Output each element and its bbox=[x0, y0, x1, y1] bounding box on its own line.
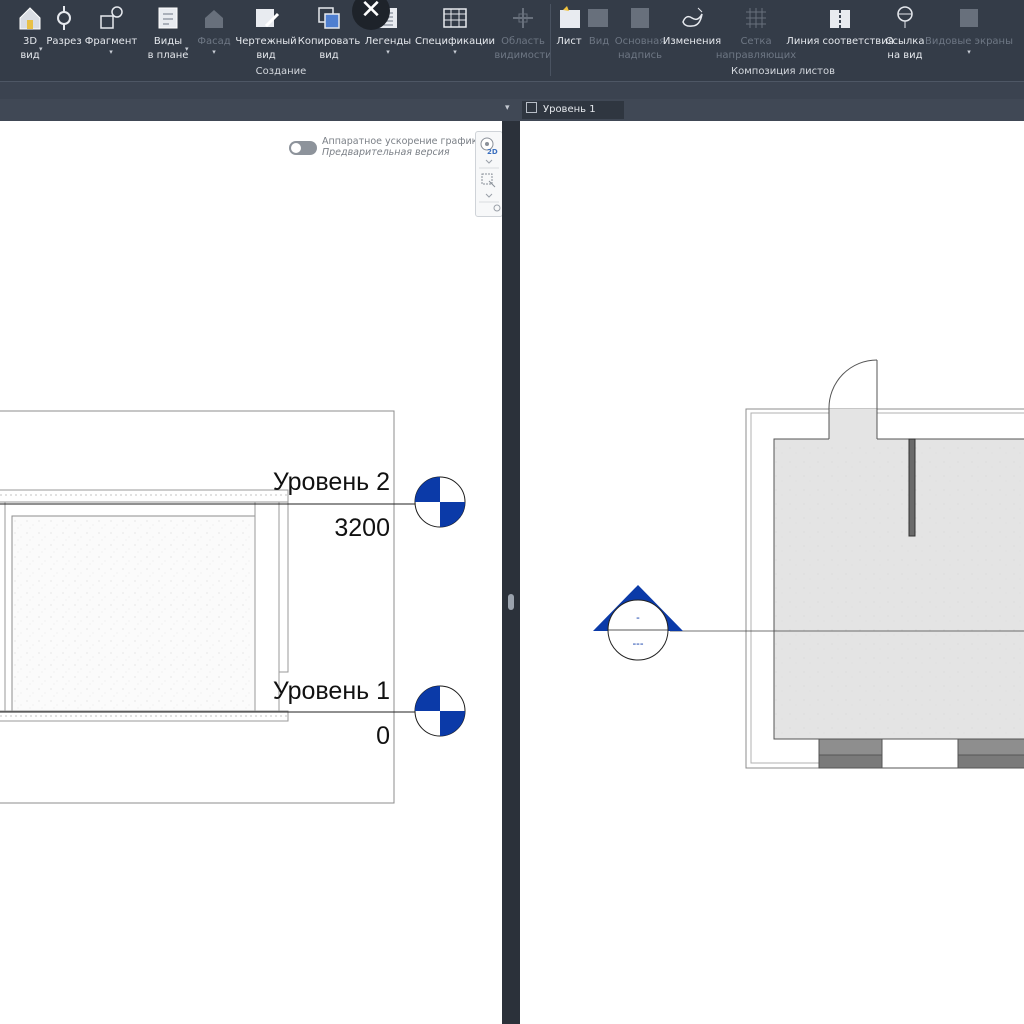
viewports-button[interactable]: Видовые экраны ▾ bbox=[925, 0, 1013, 66]
duplicate-view-icon bbox=[315, 4, 343, 32]
plan-views-icon bbox=[154, 4, 182, 32]
title-block-button[interactable]: Основная надпись bbox=[615, 0, 665, 66]
level-head-icon bbox=[415, 686, 440, 711]
guide-grid-icon bbox=[742, 4, 770, 32]
interior-wall bbox=[908, 438, 916, 537]
duplicate-view-button[interactable]: Копировать вид bbox=[298, 0, 360, 66]
floor-plan-icon bbox=[526, 102, 537, 113]
plan-drawing: - --- bbox=[593, 359, 1024, 769]
create-panel-title: Создание bbox=[255, 66, 307, 77]
level-2-name: Уровень 2 bbox=[273, 468, 390, 496]
revisions-icon bbox=[678, 4, 706, 32]
section-view[interactable]: Аппаратное ускорение графики Предварител… bbox=[0, 121, 502, 1024]
schedules-button[interactable]: Спецификации ▾ bbox=[415, 0, 495, 66]
guide-grid-button[interactable]: Сетка направляющих bbox=[716, 0, 796, 66]
view-reference-button[interactable]: Ссылка на вид bbox=[886, 0, 924, 66]
drafting-view-button[interactable]: Чертежный вид bbox=[235, 0, 297, 66]
chevron-down-icon: ▾ bbox=[109, 48, 113, 56]
level-1-name: Уровень 1 bbox=[273, 677, 390, 705]
elevation-button[interactable]: Фасад ▾ bbox=[197, 0, 231, 66]
splitter-grip-icon[interactable] bbox=[508, 594, 514, 610]
place-view-button[interactable]: Вид bbox=[586, 0, 612, 66]
view-reference-icon bbox=[891, 4, 919, 32]
level-2-elevation: 3200 bbox=[334, 514, 390, 542]
matchline-icon bbox=[826, 4, 854, 32]
section-icon bbox=[50, 4, 78, 32]
chevron-down-icon: ▾ bbox=[453, 48, 457, 56]
windows bbox=[818, 738, 1024, 769]
section-drawing: Уровень 2 3200 Уровень 1 0 bbox=[0, 410, 466, 804]
view-splitter[interactable] bbox=[502, 121, 520, 1024]
scope-box-button[interactable]: Область видимости bbox=[494, 0, 552, 66]
level-head-icon bbox=[415, 477, 440, 502]
tab-list-icon[interactable]: ▾ bbox=[505, 103, 510, 113]
tab-level-1[interactable]: Уровень 1 bbox=[522, 101, 624, 119]
ribbon: 3D вид ▾ Разрез Фрагмент ▾ Виды в плане … bbox=[0, 0, 1024, 81]
place-view-icon bbox=[585, 4, 613, 32]
viewports-icon bbox=[955, 4, 983, 32]
door[interactable] bbox=[828, 359, 878, 410]
close-icon: ✕ bbox=[360, 0, 382, 25]
section-sheet-number: --- bbox=[633, 638, 644, 650]
walls bbox=[745, 408, 1024, 769]
panel-separator bbox=[550, 4, 551, 76]
3d-house-icon bbox=[16, 4, 44, 32]
callout-button[interactable]: Фрагмент ▾ bbox=[85, 0, 137, 66]
chevron-down-icon: ▾ bbox=[967, 48, 971, 56]
section-button[interactable]: Разрез bbox=[46, 0, 82, 66]
scope-box-icon bbox=[509, 4, 537, 32]
ribbon-bottom-strip bbox=[0, 81, 1024, 100]
sheet-panel-title: Композиция листов bbox=[731, 66, 835, 77]
chevron-down-icon: ▾ bbox=[386, 48, 390, 56]
chevron-down-icon: ▾ bbox=[39, 45, 43, 53]
chevron-down-icon: ▾ bbox=[185, 45, 189, 53]
title-block-icon bbox=[626, 4, 654, 32]
elevation-icon bbox=[200, 4, 228, 32]
chevron-down-icon: ▾ bbox=[212, 48, 216, 56]
level-1-elevation: 0 bbox=[376, 722, 390, 750]
building-section bbox=[0, 489, 289, 722]
schedules-icon bbox=[441, 4, 469, 32]
matchline-button[interactable]: Линия соответствия bbox=[786, 0, 894, 66]
sheet-button[interactable]: Лист bbox=[554, 0, 584, 66]
drafting-view-icon bbox=[252, 4, 280, 32]
plan-views-button[interactable]: Виды в плане bbox=[148, 0, 188, 66]
plan-view[interactable]: - --- bbox=[520, 121, 1024, 1024]
section-detail-number: - bbox=[636, 612, 640, 624]
view-tab-bar: ▾ Уровень 1 bbox=[0, 99, 1024, 121]
3d-view-button[interactable]: 3D вид bbox=[14, 0, 46, 66]
revisions-button[interactable]: Изменения bbox=[663, 0, 721, 66]
sheet-icon bbox=[555, 4, 583, 32]
callout-icon bbox=[97, 4, 125, 32]
